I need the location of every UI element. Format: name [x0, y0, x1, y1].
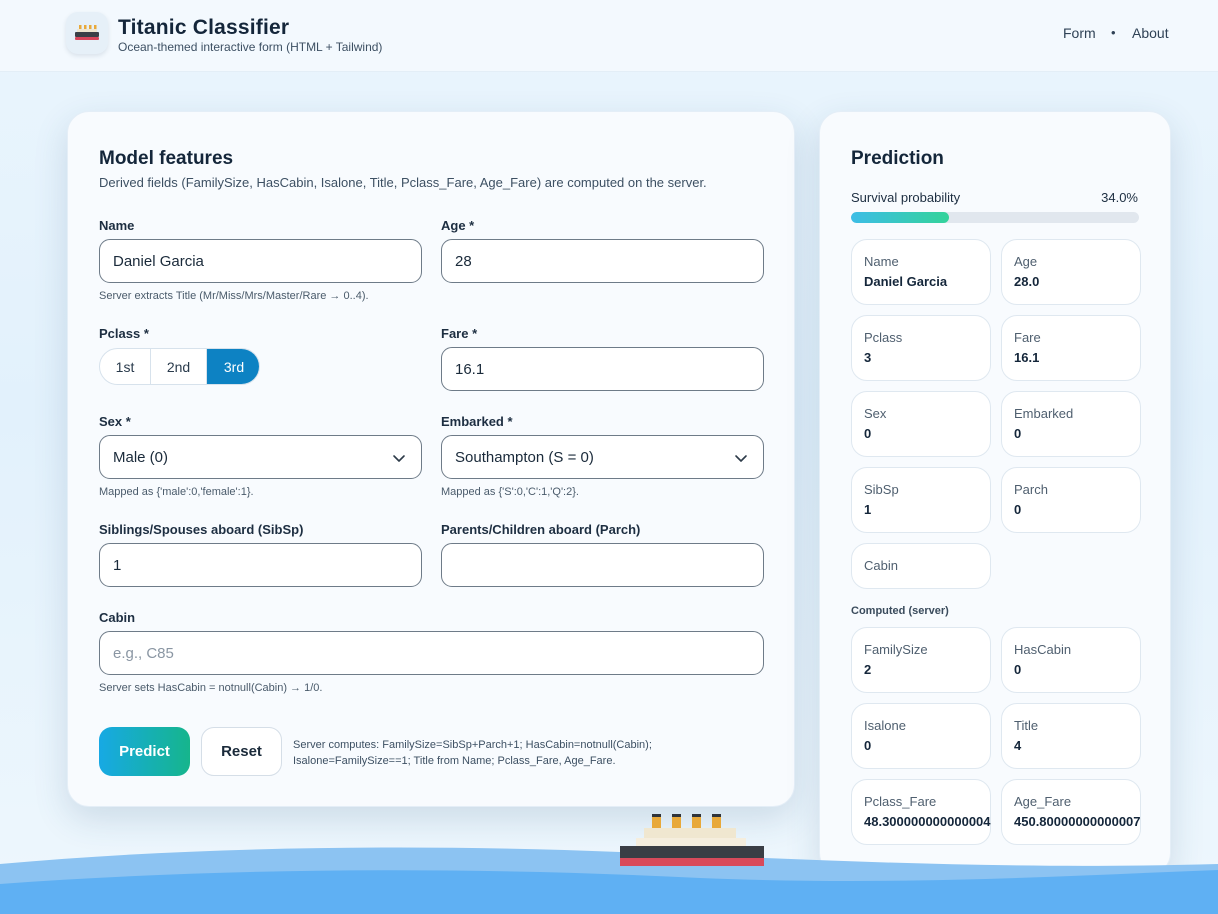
tile-value: 3 — [864, 350, 872, 365]
embarked-select-value: Southampton (S = 0) — [455, 449, 594, 466]
tile-value: 16.1 — [1014, 350, 1040, 365]
embarked-label: Embarked * — [441, 414, 513, 429]
tile-value: 0 — [1014, 662, 1022, 677]
tile-key: Age_Fare — [1014, 794, 1072, 809]
cabin-hint: Server sets HasCabin = notnull(Cabin) → … — [99, 682, 323, 694]
age-label: Age * — [441, 218, 475, 233]
sex-select[interactable]: Male (0) — [99, 435, 422, 479]
tile-key: Parch — [1014, 482, 1048, 497]
fare-label: Fare * — [441, 326, 478, 341]
input-tile-pclass: Pclass 3 — [851, 315, 991, 381]
sibsp-input[interactable] — [99, 543, 422, 587]
tile-key: FamilySize — [864, 642, 928, 657]
tile-value: 48.300000000000004 — [864, 814, 991, 829]
cabin-label: Cabin — [99, 610, 136, 625]
pclass-option-3rd[interactable]: 3rd — [207, 349, 259, 384]
computed-tile-hascabin: HasCabin 0 — [1001, 627, 1141, 693]
name-input[interactable] — [99, 239, 422, 283]
tile-value: 0 — [864, 738, 872, 753]
fare-input[interactable] — [441, 347, 764, 391]
tile-key: Pclass — [864, 330, 903, 345]
form-title: Model features — [99, 148, 234, 169]
nav-about-link[interactable]: About — [1132, 25, 1169, 41]
input-tile-fare: Fare 16.1 — [1001, 315, 1141, 381]
tile-value: 0 — [1014, 502, 1022, 517]
pclass-segmented-control: 1st 2nd 3rd — [99, 348, 260, 385]
ocean-wave-decoration — [0, 847, 1218, 914]
chevron-down-icon — [735, 455, 747, 462]
tile-key: Cabin — [864, 558, 898, 573]
pclass-label: Pclass * — [99, 326, 149, 341]
computed-heading: Computed (server) — [851, 605, 949, 617]
sex-label: Sex * — [99, 414, 131, 429]
computed-tile-age-fare: Age_Fare 450.80000000000007 — [1001, 779, 1141, 845]
tile-value: 4 — [1014, 738, 1022, 753]
probability-label: Survival probability — [851, 190, 961, 205]
input-tile-name: Name Daniel Garcia — [851, 239, 991, 305]
age-input[interactable] — [441, 239, 764, 283]
parch-label: Parents/Children aboard (Parch) — [441, 522, 641, 537]
top-header: Titanic Classifier Ocean-themed interact… — [0, 0, 1218, 72]
tile-value: Daniel Garcia — [864, 274, 948, 289]
ship-logo-icon — [66, 12, 108, 54]
app-subtitle: Ocean-themed interactive form (HTML + Ta… — [118, 40, 383, 54]
input-tile-sibsp: SibSp 1 — [851, 467, 991, 533]
form-description: Derived fields (FamilySize, HasCabin, Is… — [99, 175, 707, 190]
tile-key: HasCabin — [1014, 642, 1072, 657]
tile-key: Title — [1014, 718, 1039, 733]
tile-value: 28.0 — [1014, 274, 1040, 289]
sex-select-value: Male (0) — [113, 449, 169, 466]
input-tile-embarked: Embarked 0 — [1001, 391, 1141, 457]
tile-key: SibSp — [864, 482, 899, 497]
tile-key: Embarked — [1014, 406, 1074, 421]
input-tile-age: Age 28.0 — [1001, 239, 1141, 305]
tile-key: Name — [864, 254, 899, 269]
sibsp-label: Siblings/Spouses aboard (SibSp) — [99, 522, 304, 537]
computed-tile-isalone: Isalone 0 — [851, 703, 991, 769]
model-features-card: Model features Derived fields (FamilySiz… — [67, 111, 795, 807]
tile-value: 450.80000000000007 — [1014, 814, 1141, 829]
pclass-option-2nd[interactable]: 2nd — [151, 349, 207, 384]
probability-value: 34.0% — [1101, 190, 1138, 205]
embarked-hint: Mapped as {'S':0,'C':1,'Q':2}. — [441, 486, 579, 498]
nav-form-link[interactable]: Form — [1063, 25, 1096, 41]
computed-tile-familysize: FamilySize 2 — [851, 627, 991, 693]
parch-input[interactable] — [441, 543, 764, 587]
tile-value: 1 — [864, 502, 872, 517]
tile-key: Fare — [1014, 330, 1041, 345]
tile-key: Sex — [864, 406, 887, 421]
reset-button[interactable]: Reset — [201, 727, 282, 776]
probability-bar-fill — [851, 212, 949, 223]
app-title: Titanic Classifier — [118, 16, 290, 39]
tile-key: Pclass_Fare — [864, 794, 937, 809]
tile-value: 2 — [864, 662, 872, 677]
tile-value: 0 — [1014, 426, 1022, 441]
server-compute-note: Server computes: FamilySize=SibSp+Parch+… — [293, 739, 652, 767]
computed-tile-pclass-fare: Pclass_Fare 48.300000000000004 — [851, 779, 991, 845]
tile-key: Isalone — [864, 718, 906, 733]
computed-tile-title: Title 4 — [1001, 703, 1141, 769]
tile-key: Age — [1014, 254, 1038, 269]
titanic-ship-icon — [620, 814, 764, 866]
prediction-title: Prediction — [851, 148, 944, 169]
predict-button[interactable]: Predict — [99, 727, 190, 776]
tile-value: 0 — [864, 426, 872, 441]
input-tile-sex: Sex 0 — [851, 391, 991, 457]
pclass-option-1st[interactable]: 1st — [100, 349, 151, 384]
name-label: Name — [99, 218, 135, 233]
embarked-select[interactable]: Southampton (S = 0) — [441, 435, 764, 479]
name-hint: Server extracts Title (Mr/Miss/Mrs/Maste… — [99, 290, 369, 302]
nav-separator: • — [1111, 25, 1116, 40]
probability-bar — [851, 212, 1139, 223]
prediction-card: Prediction Survival probability 34.0% Na… — [819, 111, 1171, 875]
sex-hint: Mapped as {'male':0,'female':1}. — [99, 486, 254, 498]
input-tile-parch: Parch 0 — [1001, 467, 1141, 533]
chevron-down-icon — [393, 455, 405, 462]
input-tile-cabin: Cabin — [851, 543, 991, 589]
cabin-input[interactable] — [99, 631, 764, 675]
